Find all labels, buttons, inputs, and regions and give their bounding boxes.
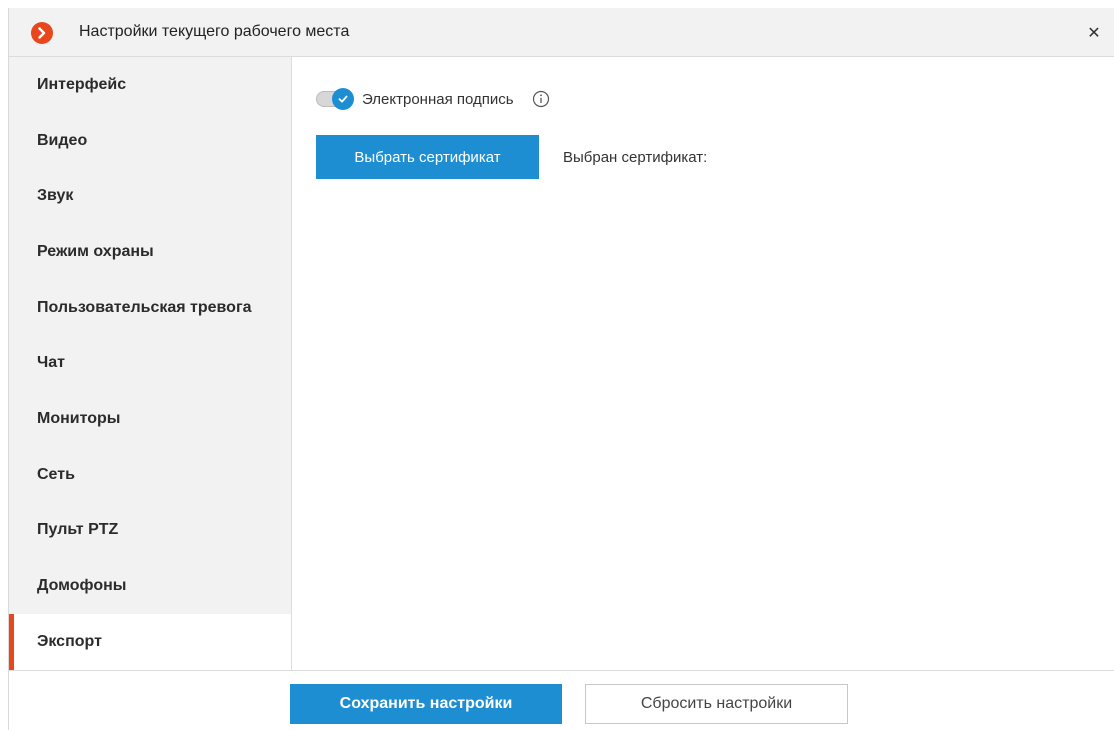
sidebar-item-label: Домофоны xyxy=(37,577,127,595)
sidebar-item-video[interactable]: Видео xyxy=(9,113,291,169)
sidebar-item-label: Пульт PTZ xyxy=(37,521,119,539)
selected-certificate-label: Выбран сертификат: xyxy=(563,149,708,166)
sidebar-item-network[interactable]: Сеть xyxy=(9,447,291,503)
sidebar-item-ptz-console[interactable]: Пульт PTZ xyxy=(9,503,291,559)
sidebar-item-label: Интерфейс xyxy=(37,75,127,93)
settings-window: Настройки текущего рабочего места ✕ Инте… xyxy=(8,8,1114,730)
check-icon xyxy=(332,88,354,110)
sidebar-item-intercoms[interactable]: Домофоны xyxy=(9,558,291,614)
sidebar-item-label: Сеть xyxy=(37,465,75,483)
sidebar-item-label: Экспорт xyxy=(37,632,102,650)
sidebar-item-monitors[interactable]: Мониторы xyxy=(9,391,291,447)
sidebar-item-label: Чат xyxy=(37,354,65,372)
signature-toggle-label: Электронная подпись xyxy=(362,90,514,108)
sidebar-item-label: Звук xyxy=(37,187,74,205)
window-title: Настройки текущего рабочего места xyxy=(79,23,350,40)
footer: Сохранить настройки Сбросить настройки xyxy=(9,670,1114,730)
close-button[interactable]: ✕ xyxy=(1074,8,1114,57)
signature-toggle[interactable] xyxy=(316,88,355,110)
app-logo-icon xyxy=(31,22,53,44)
reset-settings-button[interactable]: Сбросить настройки xyxy=(585,684,848,724)
save-settings-button[interactable]: Сохранить настройки xyxy=(290,684,562,724)
sidebar-item-sound[interactable]: Звук xyxy=(9,168,291,224)
close-icon: ✕ xyxy=(1087,24,1101,42)
settings-panel: Электронная подпись Выбрать сертификат В… xyxy=(292,57,1114,670)
sidebar: Интерфейс Видео Звук Режим охраны Пользо… xyxy=(9,57,292,670)
signature-toggle-row: Электронная подпись xyxy=(316,88,550,110)
sidebar-item-chat[interactable]: Чат xyxy=(9,335,291,391)
sidebar-item-interface[interactable]: Интерфейс xyxy=(9,57,291,113)
sidebar-item-user-alarm[interactable]: Пользовательская тревога xyxy=(9,280,291,336)
sidebar-item-label: Мониторы xyxy=(37,409,121,427)
choose-certificate-button[interactable]: Выбрать сертификат xyxy=(316,135,539,179)
sidebar-item-label: Режим охраны xyxy=(37,242,154,260)
info-icon[interactable] xyxy=(532,90,550,108)
sidebar-item-export[interactable]: Экспорт xyxy=(9,613,291,670)
sidebar-item-label: Пользовательская тревога xyxy=(37,298,252,316)
title-bar: Настройки текущего рабочего места ✕ xyxy=(9,8,1114,57)
sidebar-item-security-mode[interactable]: Режим охраны xyxy=(9,224,291,280)
sidebar-item-label: Видео xyxy=(37,131,88,149)
